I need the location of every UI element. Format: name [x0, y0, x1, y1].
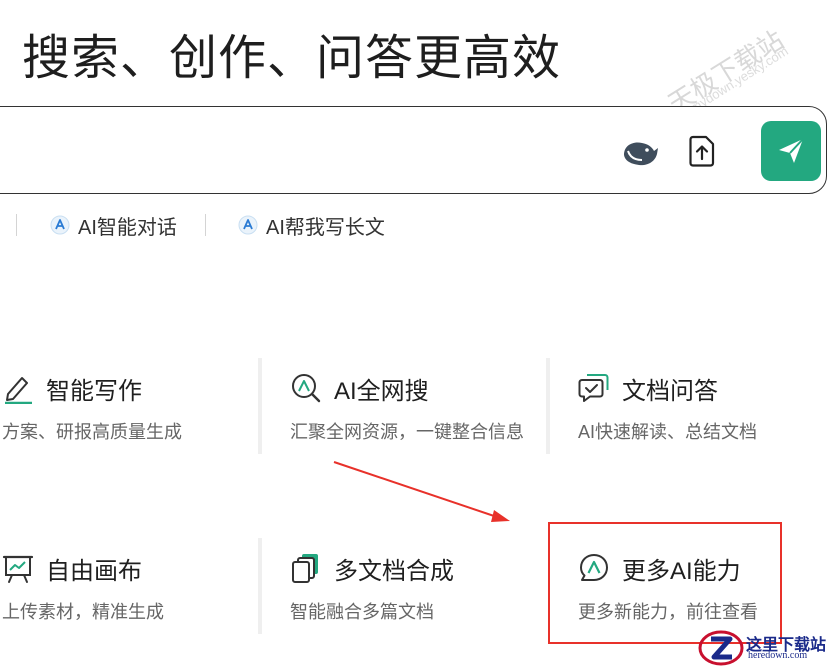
- quick-divider: [205, 214, 206, 236]
- card-desc: 智能融合多篇文档: [290, 602, 434, 622]
- card-document-qa[interactable]: 文档问答 AI快速解读、总结文档: [578, 370, 818, 466]
- card-title: 自由画布: [46, 557, 142, 585]
- pen-icon: [5, 377, 32, 404]
- quick-link-ai-chat[interactable]: AI智能对话: [50, 210, 177, 240]
- column-divider: [546, 358, 550, 454]
- chat-doc-icon: [578, 374, 609, 402]
- ai-logo-icon: [50, 215, 70, 235]
- column-divider: [258, 358, 262, 454]
- search-ai-icon: [292, 374, 321, 403]
- deepseek-whale-icon[interactable]: [621, 137, 661, 169]
- card-smart-writing[interactable]: 智能写作 方案、研报高质量生成: [2, 370, 252, 466]
- card-title: 智能写作: [46, 377, 142, 405]
- quick-link-label: AI智能对话: [78, 216, 177, 239]
- annotation-highlight-box: [548, 522, 782, 644]
- card-desc: AI快速解读、总结文档: [578, 422, 758, 442]
- card-multi-doc-merge[interactable]: 多文档合成 智能融合多篇文档: [290, 550, 540, 646]
- canvas-icon: [2, 555, 34, 583]
- send-icon: [779, 138, 804, 163]
- send-button[interactable]: [761, 121, 821, 181]
- quick-links: AI智能对话 AI帮我写长文: [0, 210, 829, 240]
- logo-subtext: heredown.com: [748, 650, 808, 661]
- quick-divider: [16, 214, 17, 236]
- card-title: AI全网搜: [334, 377, 429, 405]
- card-title: 文档问答: [622, 377, 718, 405]
- quick-link-ai-long-write[interactable]: AI帮我写长文: [238, 210, 385, 240]
- upload-icon[interactable]: [685, 133, 719, 169]
- annotation-arrow: [333, 461, 510, 522]
- card-desc: 方案、研报高质量生成: [2, 422, 182, 442]
- card-ai-web-search[interactable]: AI全网搜 汇聚全网资源，一键整合信息: [290, 370, 540, 466]
- quick-link-label: AI帮我写长文: [266, 216, 385, 239]
- watermark-text: 天极下载站: [662, 24, 789, 119]
- multi-doc-icon: [292, 554, 318, 583]
- ai-logo-icon: [238, 215, 258, 235]
- page-headline: 搜索、创作、问答更高效: [22, 32, 562, 85]
- card-free-canvas[interactable]: 自由画布 上传素材，精准生成: [2, 550, 252, 646]
- site-logo-watermark: 这里下载站 heredown.com: [698, 628, 829, 667]
- search-input[interactable]: [21, 127, 565, 173]
- card-title: 多文档合成: [334, 557, 454, 585]
- card-desc: 汇聚全网资源，一键整合信息: [290, 422, 524, 442]
- card-desc: 上传素材，精准生成: [2, 602, 164, 622]
- search-box: [0, 106, 827, 194]
- z-logo-icon: [698, 630, 744, 666]
- page: 搜索、创作、问答更高效 天极下载站 mydown.yesky.com AI智能对…: [0, 0, 829, 667]
- column-divider: [258, 538, 262, 634]
